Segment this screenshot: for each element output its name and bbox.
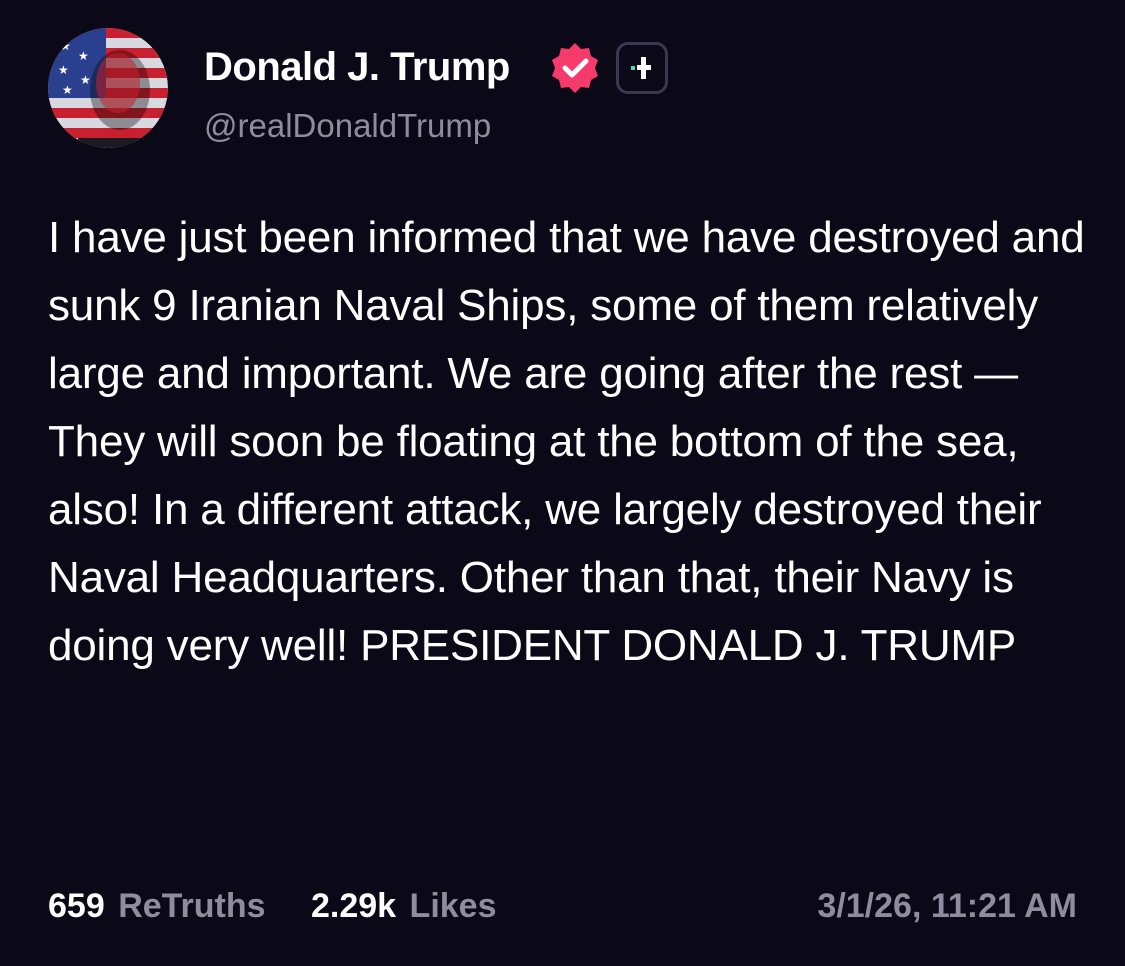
user-handle[interactable]: @realDonaldTrump <box>204 106 491 146</box>
likes-stat[interactable]: 2.29k Likes <box>311 884 497 928</box>
flag-portrait-avatar-icon: ★ ★ ★ ★ ★ <box>48 28 168 148</box>
likes-label: Likes <box>409 887 497 925</box>
truth-plus-icon <box>631 57 651 79</box>
retruths-count: 659 <box>48 887 105 925</box>
retruths-label: ReTruths <box>118 887 266 925</box>
svg-text:★: ★ <box>60 39 71 53</box>
post-timestamp: 3/1/26, 11:21 AM <box>817 887 1077 925</box>
post-stats: 659 ReTruths 2.29k Likes <box>48 884 533 928</box>
svg-text:★: ★ <box>62 83 73 97</box>
likes-count: 2.29k <box>311 887 397 925</box>
svg-text:★: ★ <box>78 49 89 63</box>
verified-badge-icon <box>552 43 598 93</box>
display-name[interactable]: Donald J. Trump <box>204 44 510 90</box>
post-text: I have just been informed that we have d… <box>48 213 1085 670</box>
truth-plus-badge <box>616 42 668 94</box>
retruths-stat[interactable]: 659 ReTruths <box>48 884 266 928</box>
svg-text:★: ★ <box>58 63 69 77</box>
svg-text:★: ★ <box>80 73 91 87</box>
avatar[interactable]: ★ ★ ★ ★ ★ <box>48 28 168 148</box>
